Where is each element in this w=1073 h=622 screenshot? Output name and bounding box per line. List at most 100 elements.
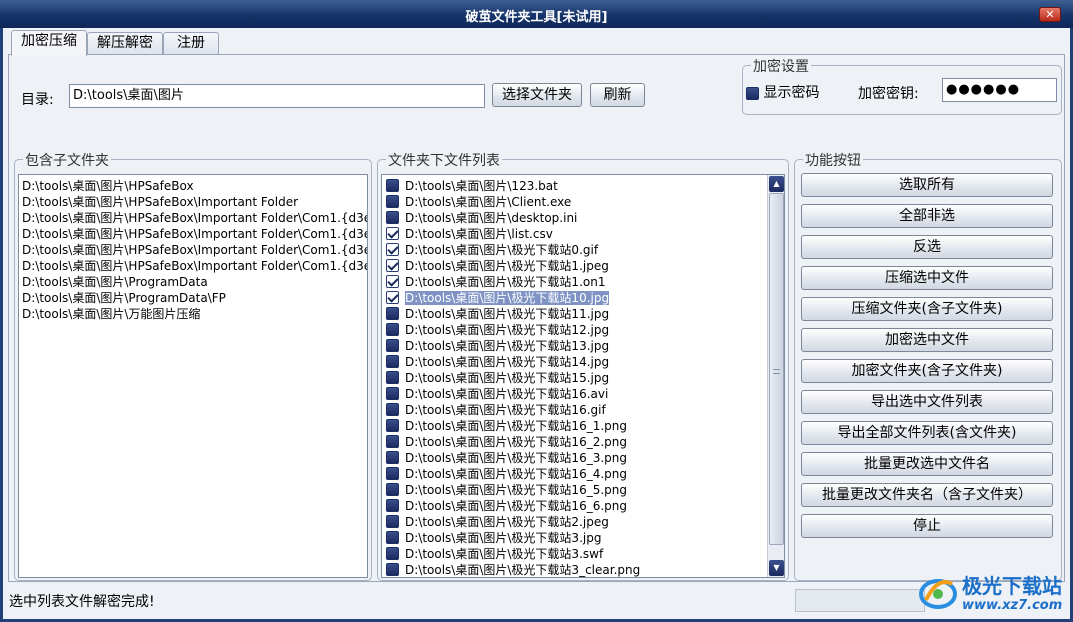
file-item[interactable]: D:\tools\桌面\图片\Client.exe: [382, 194, 766, 210]
checkbox-icon[interactable]: [386, 387, 399, 400]
file-name: D:\tools\桌面\图片\Client.exe: [405, 195, 572, 209]
file-name: D:\tools\桌面\图片\极光下载站11.jpg: [405, 307, 610, 321]
checkbox-icon[interactable]: [386, 435, 399, 448]
file-item[interactable]: D:\tools\桌面\图片\极光下载站2.jpeg: [382, 514, 766, 530]
file-item[interactable]: D:\tools\桌面\图片\极光下载站14.jpg: [382, 354, 766, 370]
file-name: D:\tools\桌面\图片\极光下载站2.jpeg: [405, 515, 609, 529]
checkbox-icon[interactable]: [386, 515, 399, 528]
file-item[interactable]: D:\tools\桌面\图片\极光下载站16_2.png: [382, 434, 766, 450]
checkbox-icon[interactable]: [386, 211, 399, 224]
file-item[interactable]: D:\tools\桌面\图片\极光下载站1.on1: [382, 274, 766, 290]
file-item[interactable]: D:\tools\桌面\图片\极光下载站16.avi: [382, 386, 766, 402]
file-item[interactable]: D:\tools\桌面\图片\极光下载站16_6.png: [382, 498, 766, 514]
checkbox-icon[interactable]: [386, 371, 399, 384]
file-item[interactable]: D:\tools\桌面\图片\极光下载站16.gif: [382, 402, 766, 418]
file-name: D:\tools\桌面\图片\极光下载站3.jpg: [405, 531, 602, 545]
file-item[interactable]: D:\tools\桌面\图片\极光下载站11.jpg: [382, 306, 766, 322]
checkbox-icon[interactable]: [386, 547, 399, 560]
tab-register[interactable]: 注册: [163, 32, 219, 55]
checkbox-checked-icon[interactable]: [386, 243, 399, 256]
subfolder-item[interactable]: D:\tools\桌面\图片\HPSafeBox\Important Folde…: [19, 242, 367, 258]
close-button[interactable]: ✕: [1039, 7, 1061, 22]
checkbox-icon[interactable]: [386, 403, 399, 416]
subfolder-item[interactable]: D:\tools\桌面\图片\ProgramData\FP: [19, 290, 367, 306]
invert-selection-button[interactable]: 反选: [801, 235, 1053, 259]
checkbox-icon[interactable]: [386, 483, 399, 496]
encrypt-selected-button[interactable]: 加密选中文件: [801, 328, 1053, 352]
checkbox-icon[interactable]: [386, 563, 399, 576]
checkbox-checked-icon[interactable]: [386, 259, 399, 272]
checkbox-checked-icon[interactable]: [386, 275, 399, 288]
scroll-down-icon[interactable]: ▼: [769, 560, 784, 576]
file-item[interactable]: D:\tools\桌面\图片\极光下载站3.jpg: [382, 530, 766, 546]
checkbox-icon[interactable]: [386, 339, 399, 352]
refresh-button[interactable]: 刷新: [590, 83, 645, 107]
file-item[interactable]: D:\tools\桌面\图片\desktop.ini: [382, 210, 766, 226]
scroll-thumb[interactable]: [769, 193, 784, 545]
checkbox-icon[interactable]: [386, 355, 399, 368]
checkbox-icon[interactable]: [386, 467, 399, 480]
checkbox-checked-icon[interactable]: [386, 227, 399, 240]
file-item[interactable]: D:\tools\桌面\图片\极光下载站16_5.png: [382, 482, 766, 498]
batch-rename-files-button[interactable]: 批量更改选中文件名: [801, 452, 1053, 476]
choose-folder-button[interactable]: 选择文件夹: [492, 83, 582, 107]
file-item[interactable]: D:\tools\桌面\图片\极光下载站1.jpeg: [382, 258, 766, 274]
file-item[interactable]: D:\tools\桌面\图片\极光下载站15.jpg: [382, 370, 766, 386]
subfolder-item[interactable]: D:\tools\桌面\图片\HPSafeBox: [19, 178, 367, 194]
checkbox-icon[interactable]: [386, 307, 399, 320]
file-item[interactable]: D:\tools\桌面\图片\极光下载站13.jpg: [382, 338, 766, 354]
file-item[interactable]: D:\tools\桌面\图片\极光下载站16_4.png: [382, 466, 766, 482]
checkbox-icon[interactable]: [386, 179, 399, 192]
compress-folder-button[interactable]: 压缩文件夹(含子文件夹): [801, 297, 1053, 321]
checkbox-icon[interactable]: [386, 323, 399, 336]
file-name: D:\tools\桌面\图片\极光下载站1.jpeg: [405, 259, 609, 273]
scroll-up-icon[interactable]: ▲: [769, 176, 784, 192]
checkbox-icon[interactable]: [386, 499, 399, 512]
checkbox-checked-icon[interactable]: [386, 291, 399, 304]
show-password-checkbox[interactable]: 显示密码: [746, 82, 819, 102]
file-item[interactable]: D:\tools\桌面\图片\极光下载站16_1.png: [382, 418, 766, 434]
tab-encrypt-compress[interactable]: 加密压缩: [11, 30, 87, 56]
subfolder-item[interactable]: D:\tools\桌面\图片\HPSafeBox\Important Folde…: [19, 226, 367, 242]
subfolder-item[interactable]: D:\tools\桌面\图片\ProgramData: [19, 274, 367, 290]
stop-button[interactable]: 停止: [801, 514, 1053, 538]
file-item[interactable]: D:\tools\桌面\图片\极光下载站3_clear.png: [382, 562, 766, 577]
subfolder-item[interactable]: D:\tools\桌面\图片\万能图片压缩: [19, 306, 367, 322]
export-all-list-button[interactable]: 导出全部文件列表(含文件夹): [801, 421, 1053, 445]
file-item[interactable]: D:\tools\桌面\图片\极光下载站12.jpg: [382, 322, 766, 338]
tab-decompress-decrypt[interactable]: 解压解密: [87, 32, 163, 55]
subfolder-item[interactable]: D:\tools\桌面\图片\HPSafeBox\Important Folde…: [19, 258, 367, 274]
key-input[interactable]: ●●●●●●: [942, 78, 1057, 102]
checkbox-icon[interactable]: [386, 451, 399, 464]
checkbox-icon[interactable]: [386, 531, 399, 544]
encrypt-folder-button[interactable]: 加密文件夹(含子文件夹): [801, 359, 1053, 383]
file-list[interactable]: D:\tools\桌面\图片\123.bat D:\tools\桌面\图片\Cli…: [381, 174, 785, 578]
export-selected-list-button[interactable]: 导出选中文件列表: [801, 390, 1053, 414]
status-bar: 选中列表文件解密完成!: [3, 586, 1070, 616]
file-list-scrollbar[interactable]: ▲ ▼: [767, 175, 784, 577]
batch-rename-folders-button[interactable]: 批量更改文件夹名（含子文件夹）: [801, 483, 1053, 507]
file-name: D:\tools\桌面\图片\123.bat: [405, 179, 558, 193]
subfolder-item[interactable]: D:\tools\桌面\图片\HPSafeBox\Important Folde…: [19, 210, 367, 226]
file-item[interactable]: D:\tools\桌面\图片\list.csv: [382, 226, 766, 242]
file-name: D:\tools\桌面\图片\极光下载站15.jpg: [405, 371, 610, 385]
file-item[interactable]: D:\tools\桌面\图片\极光下载站3.swf: [382, 546, 766, 562]
file-item[interactable]: D:\tools\桌面\图片\极光下载站16_3.png: [382, 450, 766, 466]
checkbox-icon[interactable]: [386, 419, 399, 432]
file-item[interactable]: D:\tools\桌面\图片\极光下载站0.gif: [382, 242, 766, 258]
subfolder-list[interactable]: D:\tools\桌面\图片\HPSafeBox D:\tools\桌面\图片\H…: [18, 174, 368, 578]
file-item[interactable]: D:\tools\桌面\图片\123.bat: [382, 178, 766, 194]
deselect-all-button[interactable]: 全部非选: [801, 204, 1053, 228]
files-legend: 文件夹下文件列表: [386, 150, 502, 170]
compress-selected-button[interactable]: 压缩选中文件: [801, 266, 1053, 290]
status-text: 选中列表文件解密完成!: [9, 594, 155, 610]
file-name: D:\tools\桌面\图片\极光下载站1.on1: [405, 275, 606, 289]
select-all-button[interactable]: 选取所有: [801, 173, 1053, 197]
file-name: D:\tools\桌面\图片\极光下载站16_1.png: [405, 419, 627, 433]
checkbox-icon[interactable]: [386, 195, 399, 208]
file-item[interactable]: D:\tools\桌面\图片\极光下载站10.jpg: [382, 290, 766, 306]
directory-input[interactable]: D:\tools\桌面\图片: [69, 84, 485, 108]
subfolder-item[interactable]: D:\tools\桌面\图片\HPSafeBox\Important Folde…: [19, 194, 367, 210]
watermark-logo-icon: [919, 579, 957, 609]
encrypt-settings-group: 加密设置 显示密码 加密密钥: ●●●●●●: [742, 56, 1062, 115]
